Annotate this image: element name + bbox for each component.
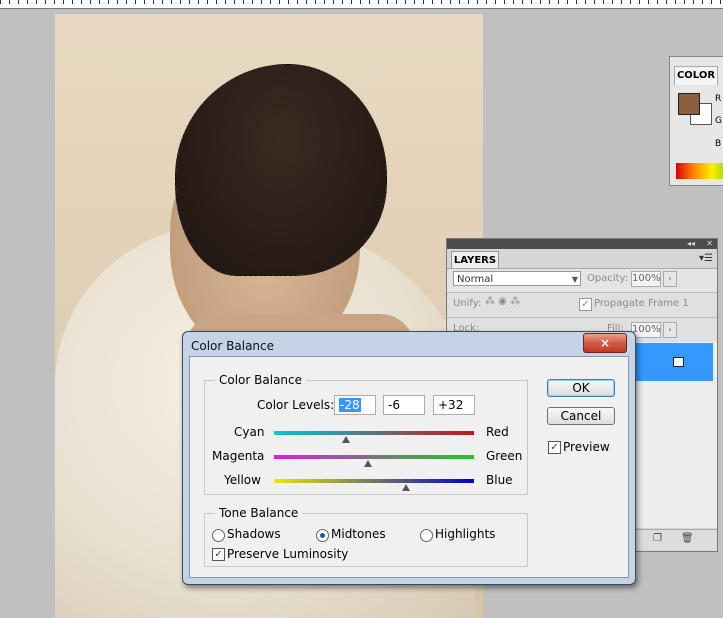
new-layer-icon[interactable]: ❐: [653, 533, 662, 544]
yellow-blue-level-input[interactable]: +32: [433, 395, 475, 415]
lock-icon: [673, 357, 684, 367]
ok-button[interactable]: OK: [547, 379, 615, 397]
midtones-label: Midtones: [331, 527, 386, 541]
opacity-label: Opacity:: [587, 273, 629, 284]
midtones-radio[interactable]: [316, 529, 329, 542]
cyan-red-level-value: -28: [339, 398, 361, 412]
close-button[interactable]: ×: [583, 333, 627, 353]
hair-selection-marquee[interactable]: [175, 64, 387, 276]
yellow-label: Yellow: [224, 473, 261, 487]
preview-label: Preview: [563, 440, 610, 454]
color-levels-label: Color Levels:: [257, 398, 335, 412]
preserve-luminosity-label: Preserve Luminosity: [227, 547, 349, 561]
cyan-red-level-input[interactable]: -28: [334, 395, 376, 415]
layers-bottom-bar: ❐ 🗑: [633, 529, 717, 550]
chevron-down-icon: ▼: [571, 275, 578, 284]
b-label: B: [715, 139, 722, 149]
cyan-label: Cyan: [234, 425, 265, 439]
magenta-label: Magenta: [212, 449, 265, 463]
tone-balance-group: Tone Balance Shadows Midtones Highlights…: [204, 506, 528, 567]
dialog-title: Color Balance: [191, 339, 275, 353]
layers-panel-header: ◂◂ ✕: [447, 239, 717, 249]
color-spectrum-bar[interactable]: [676, 163, 723, 179]
green-label: Green: [486, 449, 523, 463]
dialog-body: Color Balance Color Levels: -28 -6 +32 C…: [189, 356, 629, 578]
magenta-green-slider-track[interactable]: [274, 455, 474, 459]
color-balance-dialog: Color Balance × Color Balance Color Leve…: [182, 331, 636, 585]
opacity-stepper[interactable]: ›: [663, 271, 677, 287]
color-balance-group: Color Balance Color Levels: -28 -6 +32 C…: [204, 373, 528, 495]
panel-menu-icon[interactable]: ▾☰: [699, 253, 713, 264]
unify-icons[interactable]: ⁂ ◉ ⁂: [485, 296, 520, 307]
highlights-label: Highlights: [435, 527, 496, 541]
color-balance-group-label: Color Balance: [215, 373, 307, 387]
preview-checkbox[interactable]: ✓: [548, 441, 561, 454]
cancel-button[interactable]: Cancel: [547, 407, 615, 425]
trash-icon[interactable]: 🗑: [681, 533, 694, 544]
color-tab[interactable]: COLOR: [674, 66, 718, 85]
shadows-radio[interactable]: [212, 529, 225, 542]
foreground-color-swatch[interactable]: [678, 93, 700, 115]
magenta-green-level-input[interactable]: -6: [383, 395, 425, 415]
r-label: R: [715, 94, 722, 104]
blend-mode-value: Normal: [457, 274, 494, 285]
blue-label: Blue: [486, 473, 513, 487]
layers-tab[interactable]: LAYERS: [451, 251, 499, 269]
magenta-green-slider-thumb[interactable]: [364, 460, 372, 467]
blend-mode-select[interactable]: Normal ▼: [453, 271, 581, 286]
unify-label: Unify:: [453, 298, 482, 309]
opacity-input[interactable]: 100%: [631, 271, 661, 287]
red-label: Red: [486, 425, 509, 439]
propagate-label: Propagate Frame 1: [594, 298, 689, 309]
color-panel: COLOR R G B: [669, 56, 723, 186]
fill-stepper[interactable]: ›: [663, 322, 677, 338]
preserve-luminosity-checkbox[interactable]: ✓: [212, 548, 225, 561]
shadows-label: Shadows: [227, 527, 281, 541]
propagate-checkbox[interactable]: ✓: [579, 298, 592, 311]
yellow-blue-slider-thumb[interactable]: [402, 484, 410, 491]
top-ruler: [0, 0, 723, 9]
highlights-radio[interactable]: [420, 529, 433, 542]
close-panel-icon[interactable]: ✕: [706, 239, 713, 249]
cyan-red-slider-thumb[interactable]: [342, 436, 350, 443]
g-label: G: [715, 116, 722, 126]
collapse-icon[interactable]: ◂◂: [687, 239, 695, 249]
yellow-blue-slider-track[interactable]: [274, 479, 474, 483]
tone-balance-group-label: Tone Balance: [215, 506, 303, 520]
cyan-red-slider-track[interactable]: [274, 431, 474, 435]
